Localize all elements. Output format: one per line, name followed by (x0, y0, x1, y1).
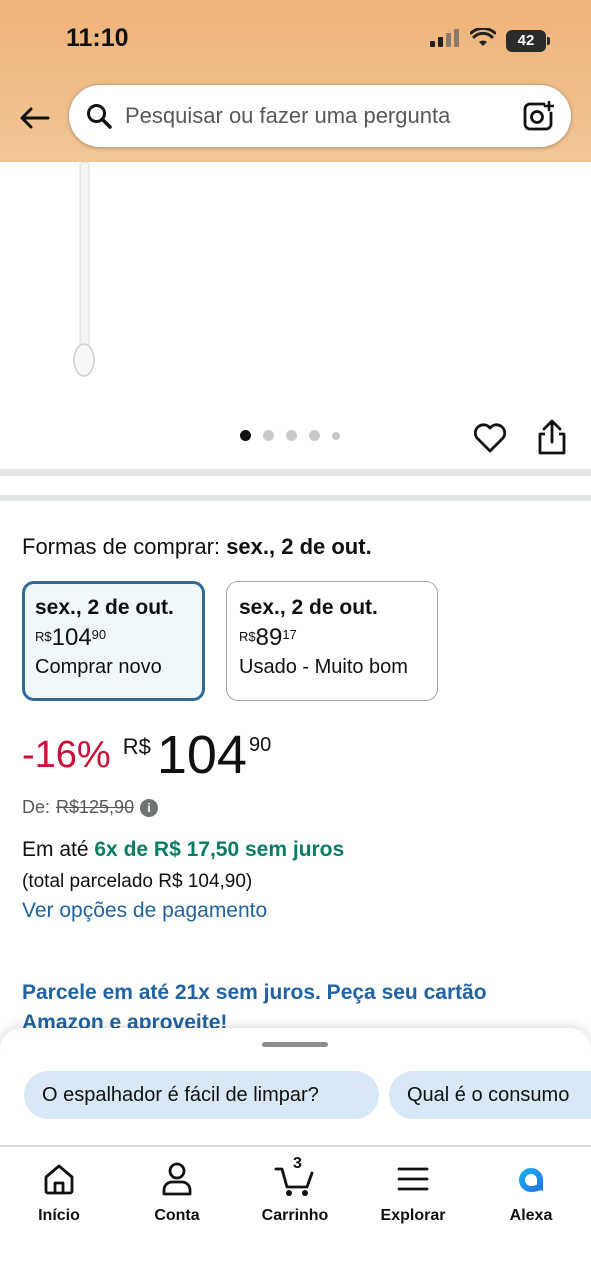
share-icon[interactable] (535, 418, 569, 456)
search-icon (85, 102, 113, 130)
option-date: sex., 2 de out. (35, 596, 174, 619)
list-price-row: De: R$125,90 i (22, 797, 159, 818)
person-icon (155, 1159, 199, 1199)
product-image[interactable] (0, 161, 591, 462)
bottom-navigation: Início Conta 3 Carrinho Explorar Alexa (0, 1145, 591, 1280)
menu-icon (391, 1159, 435, 1199)
nav-label: Explorar (380, 1207, 446, 1224)
buying-options-date: sex., 2 de out. (226, 534, 372, 559)
installments-highlight: 6x de R$ 17,50 sem juros (94, 838, 345, 861)
cart-icon: 3 (273, 1155, 317, 1199)
nav-label: Carrinho (261, 1207, 329, 1224)
battery-indicator: 42 (506, 29, 550, 52)
home-icon (37, 1159, 81, 1199)
nav-explore[interactable]: Explorar (358, 1159, 468, 1225)
wishlist-heart-icon[interactable] (472, 420, 508, 456)
image-pagination-dots[interactable] (240, 430, 340, 441)
option-price-main: 104 (51, 624, 92, 651)
pagination-dot[interactable] (286, 430, 297, 441)
list-price-value: R$125,90 (56, 797, 135, 817)
installments-prefix: Em até (22, 838, 89, 861)
list-price-label: De: (22, 797, 51, 817)
buying-option-used[interactable]: sex., 2 de out. R$ 89 17 Usado - Muito b… (226, 581, 438, 701)
nav-cart[interactable]: 3 Carrinho (240, 1155, 350, 1225)
discount-badge: -16% (22, 734, 111, 776)
nav-account[interactable]: Conta (122, 1159, 232, 1225)
section-divider (0, 495, 591, 501)
price-block: -16% R$ 104 90 (22, 726, 271, 784)
option-date: sex., 2 de out. (239, 596, 378, 619)
cart-count-badge: 3 (293, 1155, 302, 1172)
option-currency: R$ (35, 629, 52, 644)
option-price: R$ 104 90 (35, 626, 192, 650)
option-price: R$ 89 17 (239, 626, 425, 650)
installments-text: Em até 6x de R$ 17,50 sem juros (22, 838, 344, 862)
option-currency: R$ (239, 629, 256, 644)
section-divider (0, 469, 591, 476)
nav-home[interactable]: Início (4, 1159, 114, 1225)
sheet-drag-handle[interactable] (262, 1042, 328, 1047)
payment-options-link[interactable]: Ver opções de pagamento (22, 899, 267, 923)
suggested-question-chip[interactable]: O espalhador é fácil de limpar? (24, 1071, 379, 1119)
arrow-left-icon (20, 107, 50, 129)
nav-label: Alexa (509, 1207, 553, 1224)
option-price-main: 89 (255, 624, 283, 651)
pagination-dot[interactable] (240, 430, 251, 441)
header: 11:10 42 Pesquisar ou fazer uma pergunta (0, 0, 591, 162)
buying-options-prefix: Formas de comprar: (22, 534, 221, 559)
price-cents: 90 (248, 734, 272, 756)
nav-label: Conta (154, 1207, 200, 1224)
price-main: 104 (156, 725, 247, 785)
buying-options-title: Formas de comprar: sex., 2 de out. (22, 534, 372, 560)
pagination-dot[interactable] (332, 431, 340, 440)
suggested-question-chip[interactable]: Qual é o consumo (389, 1071, 591, 1119)
signal-icon (430, 29, 460, 52)
pagination-dot[interactable] (309, 430, 320, 441)
search-bar[interactable]: Pesquisar ou fazer uma pergunta (68, 84, 572, 148)
rufus-question-sheet[interactable]: O espalhador é fácil de limpar? Qual é o… (0, 1028, 591, 1148)
nav-alexa[interactable]: Alexa (476, 1159, 586, 1225)
nav-label: Início (38, 1207, 80, 1224)
status-time: 11:10 (66, 24, 129, 52)
option-price-cents: 90 (91, 627, 107, 642)
alexa-icon (509, 1159, 553, 1199)
back-button[interactable] (14, 98, 54, 138)
installments-total: (total parcelado R$ 104,90) (22, 871, 253, 892)
wifi-icon (469, 26, 497, 53)
price-currency: R$ (122, 734, 151, 759)
option-condition: Comprar novo (35, 656, 162, 678)
camera-search-icon[interactable] (521, 99, 555, 133)
pagination-dot[interactable] (263, 430, 274, 441)
option-price-cents: 17 (282, 627, 297, 642)
option-condition: Usado - Muito bom (239, 656, 408, 678)
buying-option-new[interactable]: sex., 2 de out. R$ 104 90 Comprar novo (22, 581, 205, 701)
status-icons: 42 (430, 26, 550, 53)
info-icon[interactable]: i (140, 798, 159, 817)
search-input[interactable]: Pesquisar ou fazer uma pergunta (125, 103, 521, 129)
